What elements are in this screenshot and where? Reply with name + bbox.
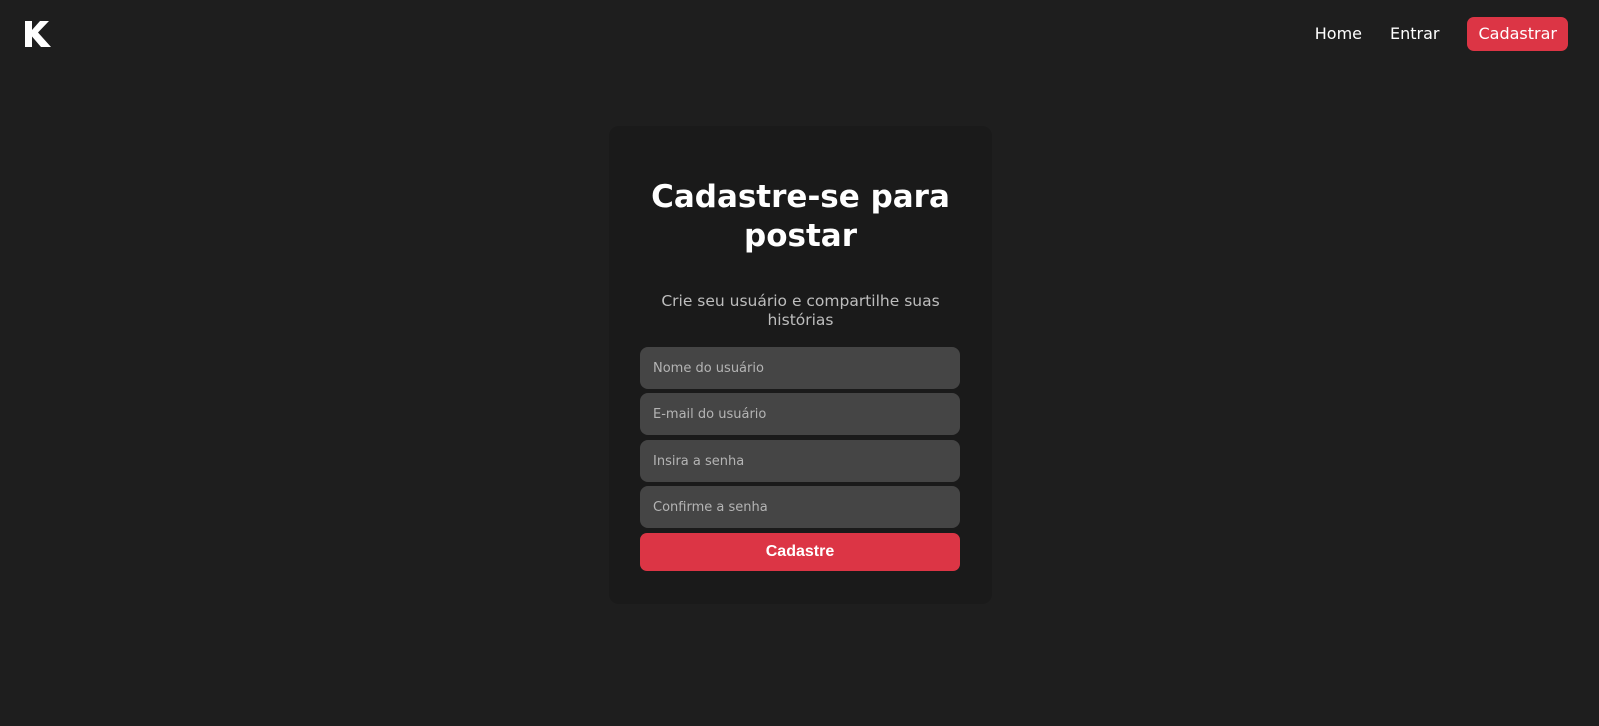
signup-subtitle: Crie seu usuário e compartilhe suas hist… — [661, 292, 940, 329]
navbar: Home Entrar Cadastrar — [0, 0, 1599, 70]
password-input[interactable] — [640, 440, 960, 482]
confirm-password-input[interactable] — [640, 486, 960, 528]
signup-card: Cadastre-se para postar Crie seu usuário… — [609, 126, 992, 604]
nav-home-link[interactable]: Home — [1315, 17, 1362, 51]
k-logo-icon[interactable] — [25, 21, 51, 47]
signup-title: Cadastre-se para postar — [651, 179, 950, 254]
nav-links: Home Entrar Cadastrar — [1315, 17, 1568, 51]
nav-login-link[interactable]: Entrar — [1390, 17, 1439, 51]
username-input[interactable] — [640, 347, 960, 389]
email-input[interactable] — [640, 393, 960, 435]
signup-submit-button[interactable]: Cadastre — [640, 533, 960, 571]
nav-signup-button[interactable]: Cadastrar — [1467, 17, 1568, 51]
